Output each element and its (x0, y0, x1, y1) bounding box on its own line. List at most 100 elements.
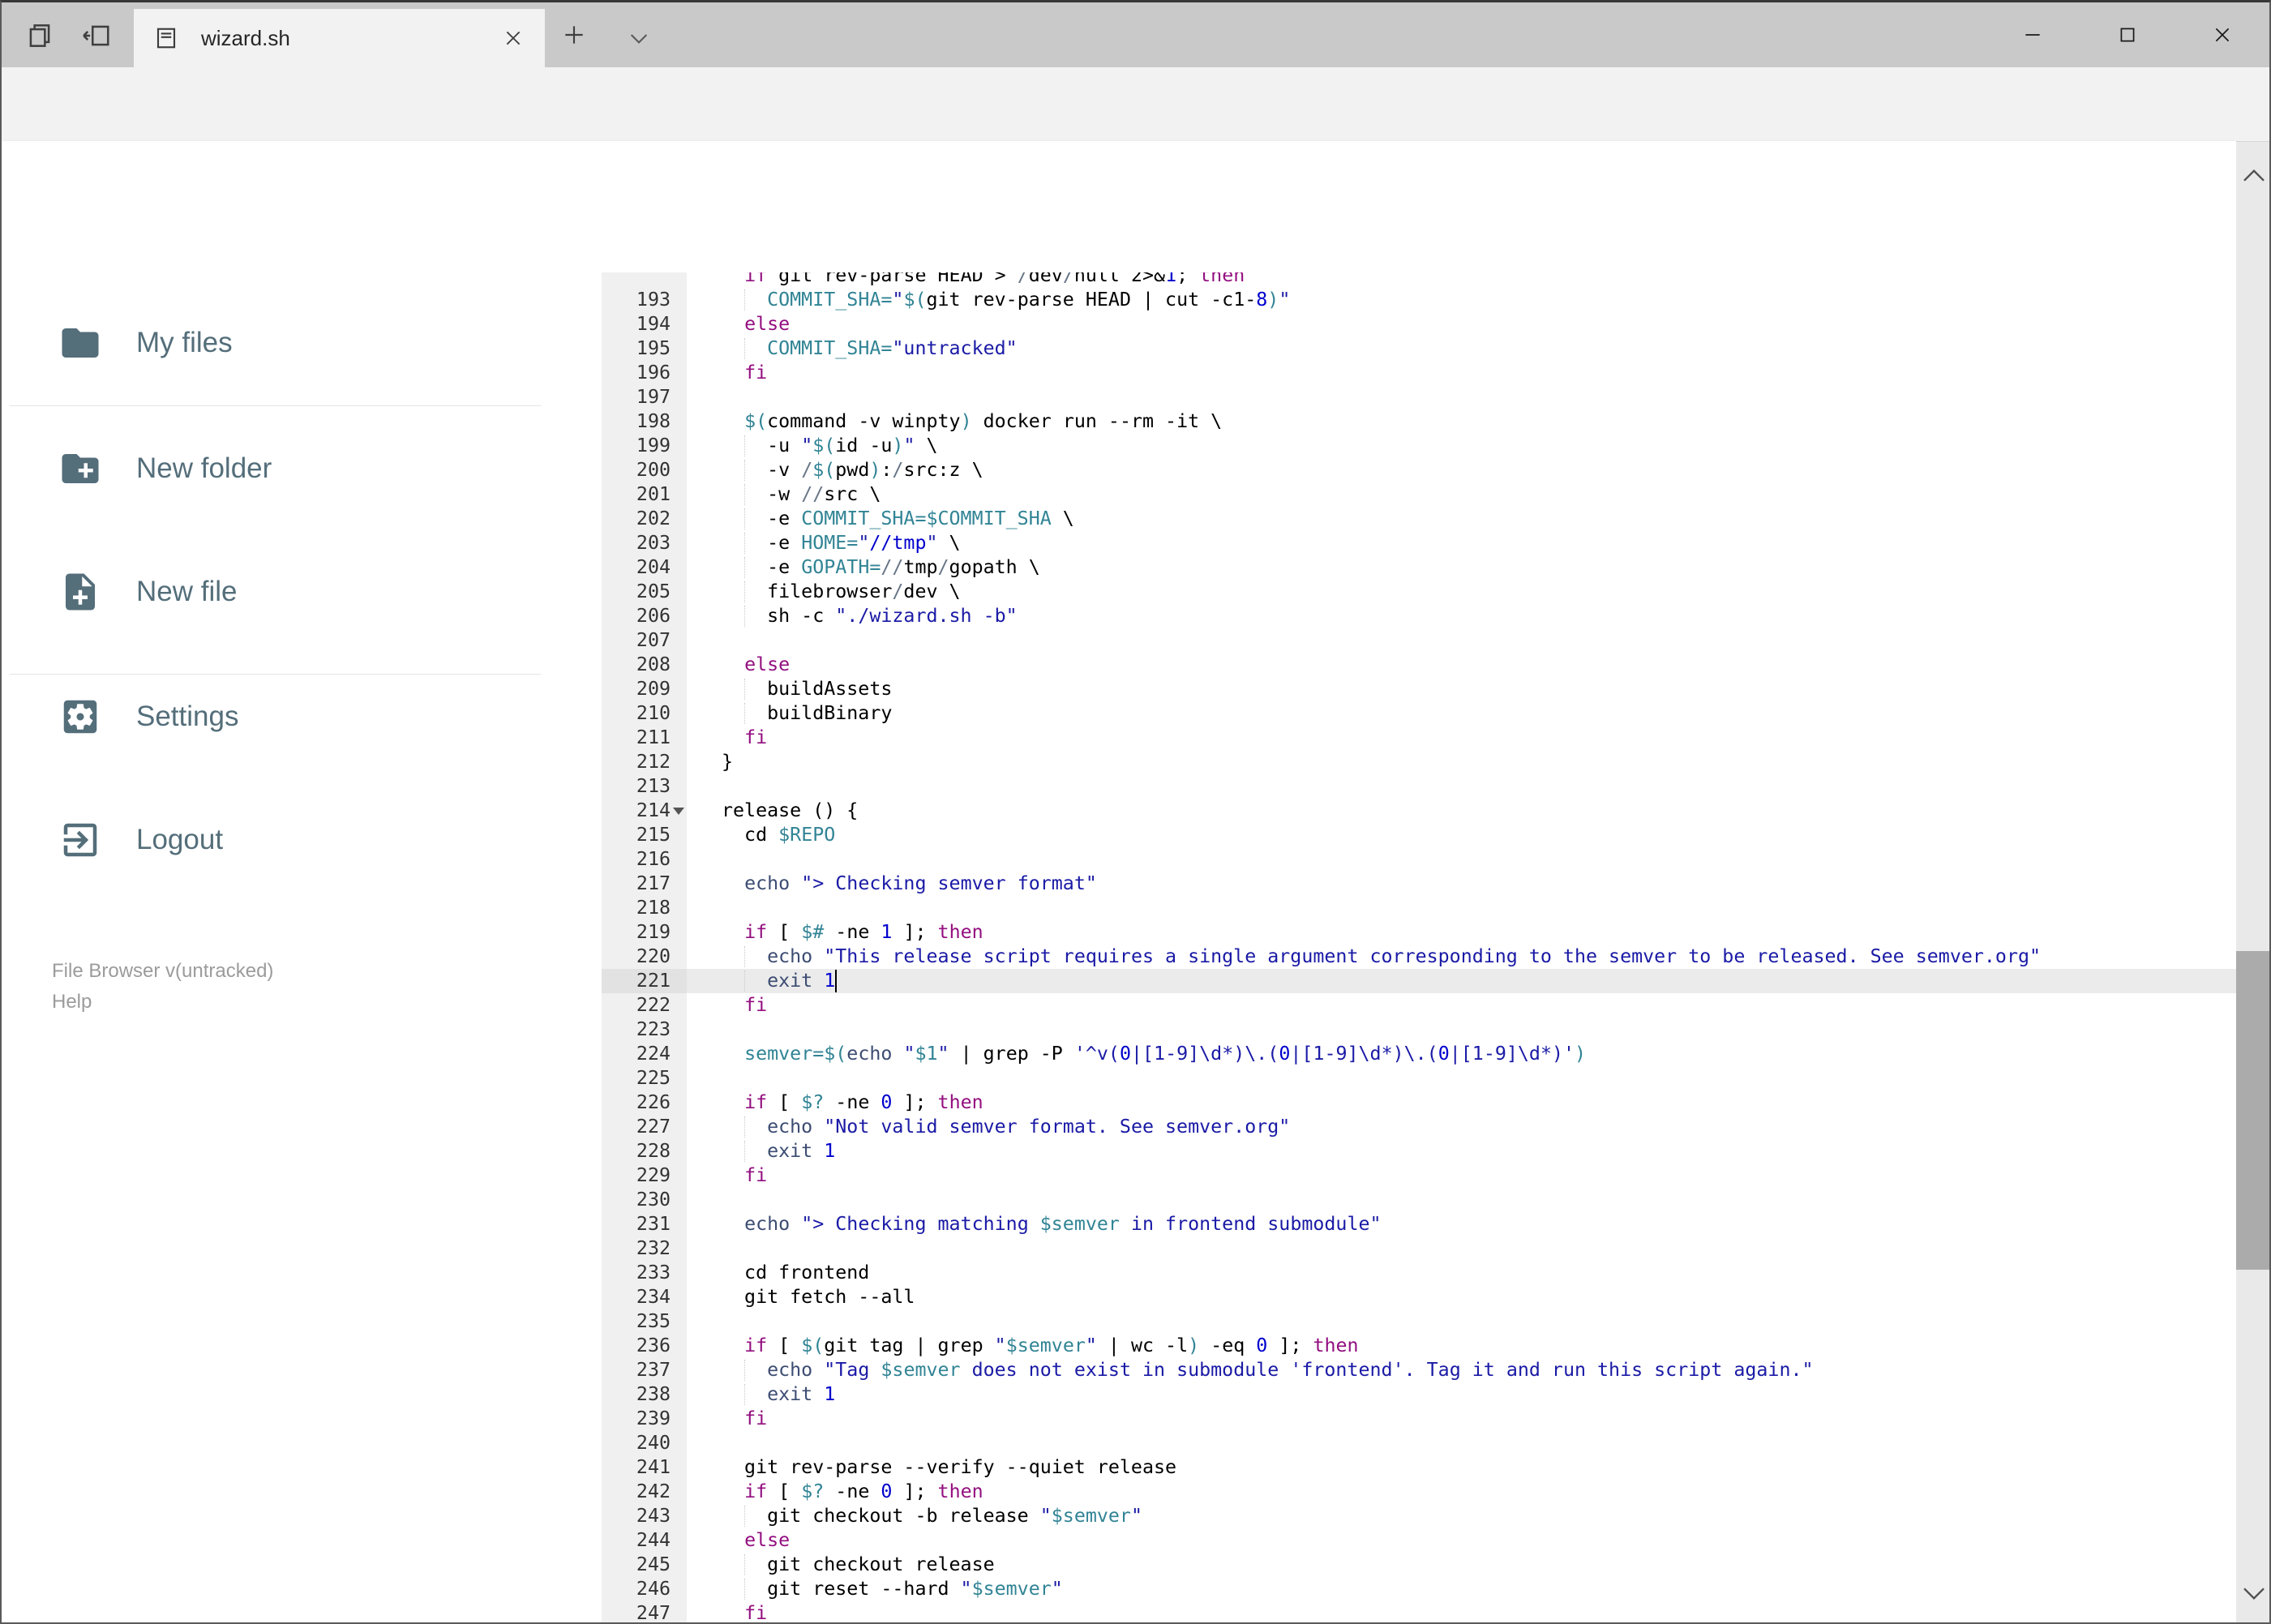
scrollbar-track[interactable] (2236, 142, 2269, 1622)
code-line[interactable]: sh -c "./wizard.sh -b" (602, 604, 2236, 628)
code-line[interactable] (602, 1188, 2236, 1212)
code-line[interactable]: exit 1 (602, 1139, 2236, 1163)
settings-gear-icon (63, 700, 97, 734)
code-line[interactable]: buildAssets (602, 677, 2236, 701)
code-line[interactable]: if [ $? -ne 0 ]; then (602, 1480, 2236, 1504)
code-line[interactable]: exit 1 (602, 969, 2236, 993)
code-line[interactable]: COMMIT_SHA="$(git rev-parse HEAD | cut -… (602, 288, 2236, 312)
active-tab[interactable]: wizard.sh (134, 9, 545, 67)
code-line[interactable] (602, 385, 2236, 409)
line-number: 227 (636, 1116, 671, 1138)
scrollbar-down-icon[interactable] (2241, 1585, 2267, 1603)
sidebar-item-label: New file (136, 576, 238, 607)
code-line[interactable]: buildBinary (602, 701, 2236, 726)
close-button[interactable] (2175, 2, 2269, 67)
line-number: 200 (636, 459, 671, 481)
code-line[interactable]: if [ $(git tag | grep "$semver" | wc -l)… (602, 1334, 2236, 1358)
sidebar-item-new-file[interactable]: New file (2, 547, 602, 636)
help-link[interactable]: Help (52, 991, 92, 1013)
code-line[interactable]: -e GOPATH=//tmp/gopath \ (602, 555, 2236, 580)
new-tab-button[interactable] (561, 22, 587, 48)
code-line[interactable]: release () { (602, 799, 2236, 823)
code-line[interactable] (602, 847, 2236, 872)
code-line[interactable]: if [ $? -ne 0 ]; then (602, 1091, 2236, 1115)
line-number: 218 (636, 897, 671, 919)
code-line[interactable]: echo "> Checking semver format" (602, 872, 2236, 896)
code-line[interactable]: else (602, 653, 2236, 677)
code-line[interactable]: else (602, 1528, 2236, 1553)
code-line[interactable] (602, 1018, 2236, 1042)
code-line[interactable]: git checkout -b release "$semver" (602, 1504, 2236, 1528)
line-number: 242 (636, 1480, 671, 1502)
code-line[interactable]: fi (602, 993, 2236, 1018)
code-editor[interactable]: if git rev-parse HEAD > /dev/null 2>&1; … (602, 272, 2236, 1624)
sidebar-item-logout[interactable]: Logout (2, 795, 602, 885)
tab-favicon-icon (154, 26, 178, 50)
code-line[interactable]: fi (602, 361, 2236, 385)
line-number: 197 (636, 386, 671, 408)
code-line[interactable]: git rev-parse --verify --quiet release (602, 1455, 2236, 1480)
code-line[interactable]: if git rev-parse HEAD > /dev/null 2>&1; … (602, 272, 2236, 288)
code-line[interactable]: semver=$(echo "$1" | grep -P '^v(0|[1-9]… (602, 1042, 2236, 1066)
code-line[interactable]: COMMIT_SHA="untracked" (602, 336, 2236, 361)
address-bar: filebrowser.web/files/wizard.sh (2, 67, 2269, 195)
tab-title: wizard.sh (201, 25, 290, 50)
code-line[interactable]: else (602, 312, 2236, 336)
code-line[interactable]: cd $REPO (602, 823, 2236, 847)
code-line[interactable]: echo "Not valid semver format. See semve… (602, 1115, 2236, 1139)
code-line[interactable]: -u "$(id -u)" \ (602, 434, 2236, 458)
line-number: 243 (636, 1505, 671, 1527)
code-line[interactable] (602, 628, 2236, 653)
code-line[interactable]: if [ $# -ne 1 ]; then (602, 920, 2236, 945)
code-line[interactable]: -w //src \ (602, 482, 2236, 507)
line-number: 204 (636, 556, 671, 578)
code-line[interactable] (602, 774, 2236, 799)
sidebar-item-my-files[interactable]: My files (2, 298, 602, 388)
code-line[interactable]: -e HOME="//tmp" \ (602, 531, 2236, 555)
code-line[interactable]: echo "Tag $semver does not exist in subm… (602, 1358, 2236, 1382)
sidebar-item-new-folder[interactable]: New folder (2, 424, 602, 513)
code-line[interactable]: git checkout release (602, 1553, 2236, 1577)
code-line[interactable]: echo "This release script requires a sin… (602, 945, 2236, 969)
code-line[interactable]: fi (602, 1407, 2236, 1431)
sidebar: My files New folder New file Settings Lo… (2, 272, 602, 1622)
code-line[interactable]: fi (602, 726, 2236, 750)
line-number: 203 (636, 532, 671, 554)
tabs-set-aside-icon[interactable] (24, 20, 55, 51)
line-number: 234 (636, 1286, 671, 1308)
code-line[interactable]: -e COMMIT_SHA=$COMMIT_SHA \ (602, 507, 2236, 531)
minimize-button[interactable] (1985, 2, 2080, 67)
fold-toggle-icon[interactable] (673, 808, 684, 815)
app-header (2, 141, 2236, 396)
tab-preview-chevron-icon[interactable] (626, 25, 652, 51)
code-line[interactable]: } (602, 750, 2236, 774)
code-line[interactable]: fi (602, 1163, 2236, 1188)
code-line[interactable]: git fetch --all (602, 1285, 2236, 1309)
code-line[interactable] (602, 1431, 2236, 1455)
line-number: 201 (636, 483, 671, 505)
code-line[interactable]: git reset --hard "$semver" (602, 1577, 2236, 1601)
scrollbar-thumb[interactable] (2236, 951, 2269, 1270)
sidebar-item-settings[interactable]: Settings (2, 672, 602, 761)
code-line[interactable]: -v /$(pwd):/src:z \ (602, 458, 2236, 482)
folder-icon (62, 328, 99, 358)
tab-close-icon[interactable] (503, 28, 524, 49)
maximize-button[interactable] (2080, 2, 2175, 67)
line-number: 247 (636, 1602, 671, 1624)
code-line[interactable]: $(command -v winpty) docker run --rm -it… (602, 409, 2236, 434)
sidebar-item-label: My files (136, 327, 233, 358)
code-line[interactable] (602, 896, 2236, 920)
code-line[interactable] (602, 1236, 2236, 1261)
code-line[interactable]: fi (602, 1601, 2236, 1622)
code-line[interactable]: exit 1 (602, 1382, 2236, 1407)
code-line[interactable]: echo "> Checking matching $semver in fro… (602, 1212, 2236, 1236)
tab-bar: wizard.sh (2, 2, 2269, 67)
set-tabs-aside-icon[interactable] (81, 20, 112, 51)
code-line[interactable] (602, 1066, 2236, 1091)
sidebar-item-label: New folder (136, 452, 272, 484)
code-line[interactable]: filebrowser/dev \ (602, 580, 2236, 604)
scrollbar-up-icon[interactable] (2241, 166, 2267, 184)
code-line[interactable] (602, 1309, 2236, 1334)
code-line[interactable]: cd frontend (602, 1261, 2236, 1285)
line-number: 210 (636, 702, 671, 724)
